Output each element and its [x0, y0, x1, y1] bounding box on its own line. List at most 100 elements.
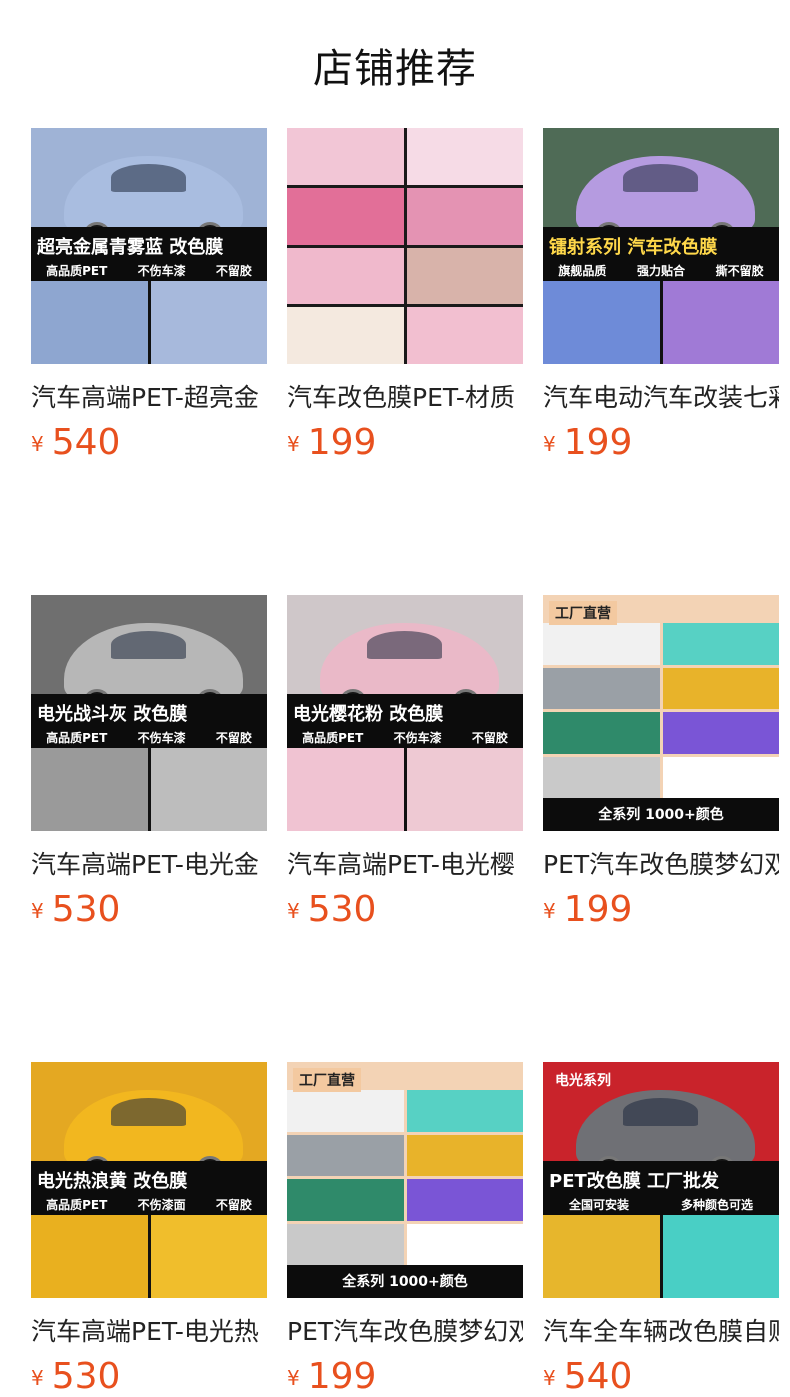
color-swatch: [543, 712, 660, 754]
feature-label: 全国可安装: [568, 1198, 629, 1213]
color-swatch: [287, 128, 404, 185]
color-swatch: [406, 128, 523, 185]
price-value: 530: [51, 889, 121, 930]
detail-photo: [150, 748, 267, 831]
currency-symbol: ¥: [543, 899, 556, 923]
color-swatch: [287, 1223, 404, 1265]
color-swatch: [662, 712, 779, 754]
feature-label: 高品质PET: [46, 1198, 108, 1213]
currency-symbol: ¥: [31, 899, 44, 923]
product-price: ¥530: [287, 889, 523, 930]
color-swatch: [406, 1179, 523, 1221]
price-value: 199: [563, 422, 633, 463]
image-headline: 电光热浪黄 改色膜: [37, 1171, 188, 1193]
product-image[interactable]: 电光系列 PET改色膜 工厂批发 全国可安装 多种颜色可选: [543, 1062, 779, 1298]
product-price: ¥530: [31, 1356, 267, 1397]
detail-photo: [543, 281, 660, 364]
color-swatch: [287, 1179, 404, 1221]
color-swatch: [406, 1090, 523, 1132]
feature-label: 高品质PET: [46, 731, 108, 746]
detail-photo: [543, 1215, 660, 1298]
price-value: 199: [563, 889, 633, 930]
color-swatch: [662, 756, 779, 798]
product-card[interactable]: 超亮金属青雾蓝 改色膜 高品质PET 不伤车漆 不留胶 汽车高端PET-超亮金 ¥540: [31, 128, 267, 463]
color-swatch: [287, 307, 404, 364]
color-swatch: [287, 1090, 404, 1132]
product-name[interactable]: 汽车高端PET-超亮金: [31, 378, 267, 414]
product-image[interactable]: 镭射系列 汽车改色膜旗舰品质 强力贴合 撕不留胶: [543, 128, 779, 364]
detail-photo: [287, 748, 404, 831]
currency-symbol: ¥: [543, 1366, 556, 1390]
product-image[interactable]: 超亮金属青雾蓝 改色膜 高品质PET 不伤车漆 不留胶: [31, 128, 267, 364]
detail-photos: [31, 1215, 267, 1298]
image-headline: 电光樱花粉 改色膜: [293, 704, 444, 726]
color-swatch: [287, 247, 404, 305]
color-swatch: [287, 1134, 404, 1177]
feature-label: 不伤车漆: [393, 731, 442, 746]
image-features: 高品质PET 不伤漆面 不留胶: [31, 1194, 267, 1216]
product-card[interactable]: 汽车改色膜PET-材质 ¥199: [287, 128, 523, 463]
image-tag: 电光系列: [555, 1073, 611, 1089]
product-price: ¥199: [287, 422, 523, 463]
color-swatch: [406, 247, 523, 305]
color-swatch: [543, 667, 660, 710]
price-value: 199: [307, 422, 377, 463]
product-name[interactable]: 汽车高端PET-电光金: [31, 845, 267, 881]
product-image[interactable]: 工厂直营全系列 1000+颜色: [287, 1062, 523, 1298]
color-swatch: [406, 307, 523, 364]
detail-photos: [543, 1215, 779, 1298]
product-price: ¥199: [543, 422, 779, 463]
detail-photo: [406, 748, 523, 831]
feature-label: 高品质PET: [46, 264, 108, 279]
image-headline: 镭射系列 汽车改色膜: [549, 237, 718, 259]
product-name[interactable]: 汽车高端PET-电光热: [31, 1312, 267, 1348]
product-name[interactable]: PET汽车改色膜梦幻双: [287, 1312, 523, 1348]
color-tiles: [543, 623, 779, 798]
feature-label: 不伤车漆: [137, 264, 186, 279]
currency-symbol: ¥: [31, 1366, 44, 1390]
product-name[interactable]: 汽车高端PET-电光樱: [287, 845, 523, 881]
product-image[interactable]: 工厂直营 全系列 1000+颜色: [543, 595, 779, 831]
price-value: 540: [51, 422, 121, 463]
color-swatch: [662, 667, 779, 710]
product-price: ¥199: [543, 889, 779, 930]
product-image[interactable]: 电光战斗灰 改色膜 高品质PET 不伤车漆 不留胶: [31, 595, 267, 831]
page-title: 店铺推荐: [313, 46, 477, 92]
product-card[interactable]: 电光战斗灰 改色膜 高品质PET 不伤车漆 不留胶 汽车高端PET-电光金 ¥530: [31, 595, 267, 930]
product-price: ¥540: [543, 1356, 779, 1397]
product-name[interactable]: 汽车电动汽车改装七彩: [543, 378, 779, 414]
currency-symbol: ¥: [287, 899, 300, 923]
price-value: 199: [307, 1356, 377, 1397]
product-card[interactable]: 电光系列 PET改色膜 工厂批发 全国可安装 多种颜色可选 汽车全车辆改色膜自贴 ¥540: [543, 1062, 779, 1397]
color-swatch: [406, 1223, 523, 1265]
feature-label: 旗舰品质: [558, 264, 607, 279]
product-card[interactable]: 镭射系列 汽车改色膜旗舰品质 强力贴合 撕不留胶汽车电动汽车改装七彩 ¥199: [543, 128, 779, 463]
currency-symbol: ¥: [543, 432, 556, 456]
image-features: 高品质PET 不伤车漆 不留胶: [287, 727, 523, 749]
product-card[interactable]: 电光樱花粉 改色膜 高品质PET 不伤车漆 不留胶 汽车高端PET-电光樱 ¥530: [287, 595, 523, 930]
image-features: 高品质PET 不伤车漆 不留胶: [31, 727, 267, 749]
product-image[interactable]: 电光樱花粉 改色膜 高品质PET 不伤车漆 不留胶: [287, 595, 523, 831]
feature-label: 不留胶: [215, 731, 252, 746]
product-name[interactable]: 汽车全车辆改色膜自贴: [543, 1312, 779, 1348]
product-card[interactable]: 工厂直营 全系列 1000+颜色 PET汽车改色膜梦幻双 ¥199: [287, 1062, 523, 1397]
product-image[interactable]: 电光热浪黄 改色膜 高品质PET 不伤漆面 不留胶: [31, 1062, 267, 1298]
product-card[interactable]: 工厂直营 全系列 1000+颜色 PET汽车改色膜梦幻双 ¥199: [543, 595, 779, 930]
image-tag: 工厂直营: [293, 1068, 361, 1092]
product-card[interactable]: 电光热浪黄 改色膜 高品质PET 不伤漆面 不留胶汽车高端PET-电光热 ¥530: [31, 1062, 267, 1397]
product-price: ¥530: [31, 889, 267, 930]
product-name[interactable]: PET汽车改色膜梦幻双: [543, 845, 779, 881]
feature-label: 不伤车漆: [137, 731, 186, 746]
feature-label: 不留胶: [471, 731, 508, 746]
product-image[interactable]: [287, 128, 523, 364]
price-value: 530: [51, 1356, 121, 1397]
feature-label: 撕不留胶: [715, 264, 764, 279]
color-swatch: [406, 187, 523, 245]
product-name[interactable]: 汽车改色膜PET-材质: [287, 378, 523, 414]
product-grid: 超亮金属青雾蓝 改色膜 高品质PET 不伤车漆 不留胶 汽车高端PET-超亮金 ¥540 汽…: [31, 128, 779, 1397]
color-swatch: [543, 623, 660, 665]
detail-photo: [150, 281, 267, 364]
image-headline: PET改色膜 工厂批发: [549, 1171, 720, 1193]
feature-label: 强力贴合: [636, 264, 685, 279]
image-footer: 全系列 1000+颜色: [287, 1264, 523, 1298]
